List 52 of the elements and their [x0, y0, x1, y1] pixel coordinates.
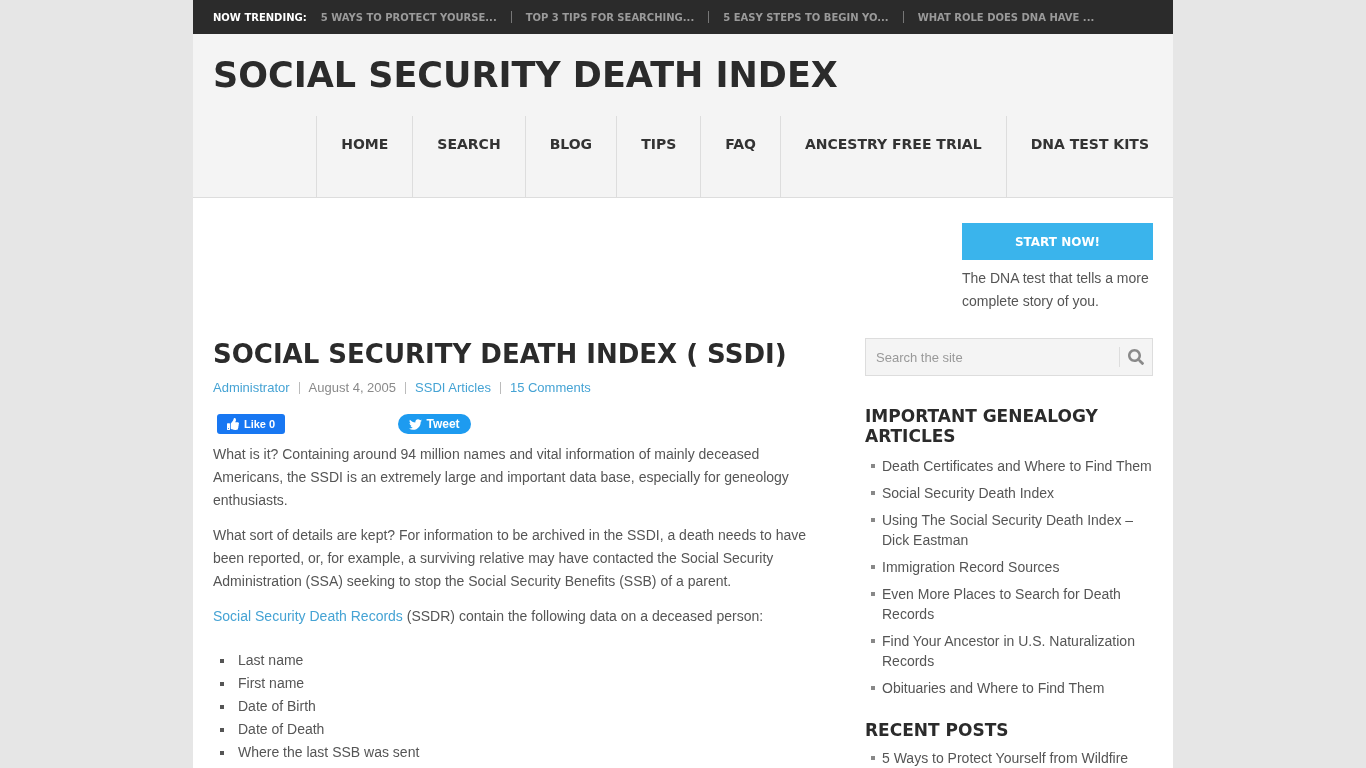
nav-link[interactable]: DNA TEST KITS	[1005, 116, 1173, 197]
thumbs-up-icon	[226, 418, 239, 430]
widget-heading: IMPORTANT GENEALOGY ARTICLES	[865, 406, 1099, 446]
article-link[interactable]: Even More Places to Search for Death Records	[882, 584, 1153, 624]
bullet-icon	[871, 592, 875, 596]
bullet-icon	[220, 704, 224, 709]
promo-text: The DNA test that tells a more complete story of you.	[962, 269, 1150, 311]
article-paragraph: Social Security Death Records (SSDR) contain the following data on a deceased person:	[213, 607, 765, 626]
nav-link[interactable]: ANCESTRY FREE TRIAL	[779, 116, 1006, 197]
nav-link[interactable]: BLOG	[524, 116, 617, 197]
trending-link[interactable]: TOP 3 TIPS FOR SEARCHING...	[525, 9, 695, 25]
article-link[interactable]: 5 Ways to Protect Yourself from Wildfire	[882, 748, 1129, 768]
nav-link[interactable]: FAQ	[700, 116, 780, 197]
nav-link[interactable]: TIPS	[616, 116, 701, 197]
article-link[interactable]: Obituaries and Where to Find Them	[882, 678, 1105, 698]
bullet-icon	[220, 658, 224, 663]
article-link[interactable]: Using The Social Security Death Index – Dick Eastman	[882, 510, 1153, 550]
article-link[interactable]: Find Your Ancestor in U.S. Naturalization Records	[882, 631, 1153, 671]
article-link[interactable]: Social Security Death Index	[882, 483, 1054, 503]
trending-link[interactable]: 5 EASY STEPS TO BEGIN YO...	[723, 9, 889, 25]
bullet-icon	[871, 565, 875, 569]
bullet-icon	[871, 639, 875, 643]
list-item-text: First name	[238, 674, 305, 693]
bullet-icon	[220, 727, 224, 732]
list-item-text: Where the last SSB was sent	[238, 743, 420, 762]
widget-heading: RECENT POSTS	[865, 720, 1010, 740]
list-item-text: Last name	[238, 651, 304, 670]
bullet-icon	[871, 756, 875, 760]
article-paragraph: What sort of details are kept? For information to be archived in the SSDI, a death needs to have been reported, or, for example, a surviving relative may have contacted the Social Security Administration (SSA) seeking to stop the Social Security Benefits (SSB) of a parent.	[213, 526, 807, 591]
bullet-icon	[871, 686, 875, 690]
nav-link[interactable]: HOME	[316, 116, 413, 197]
trending-link[interactable]: 5 WAYS TO PROTECT YOURSE...	[320, 9, 497, 25]
article-title: SOCIAL SECURITY DEATH INDEX ( SSDI)	[213, 338, 788, 370]
bullet-icon	[871, 464, 875, 468]
article-link[interactable]: Death Certificates and Where to Find Them	[882, 456, 1152, 476]
bullet-icon	[871, 518, 875, 522]
bullet-icon	[871, 491, 875, 495]
bullet-icon	[220, 750, 224, 755]
trending-link[interactable]: WHAT ROLE DOES DNA HAVE ...	[917, 9, 1095, 25]
bullet-icon	[220, 681, 224, 686]
site-title[interactable]: SOCIAL SECURITY DEATH INDEX	[213, 55, 1153, 95]
article-link[interactable]: Immigration Record Sources	[882, 557, 1060, 577]
bird-icon	[409, 417, 423, 431]
article-paragraph: What is it? Containing around 94 million names and vital information of mainly deceased Americans, the SSDI is an extremely large and important data base, especially for geneology enthusiasts.	[213, 445, 790, 510]
search-field[interactable]: Search the site	[865, 338, 1153, 376]
search-icon[interactable]	[1128, 349, 1144, 365]
like-button[interactable]: Like 0	[217, 414, 285, 434]
list-item-text: Date of Birth	[238, 697, 316, 716]
trending-label: NOW TRENDING:	[213, 10, 307, 25]
nav-link[interactable]: SEARCH	[412, 116, 525, 197]
list-item-text: Date of Death	[238, 720, 325, 739]
post-date: August 4, 2005	[308, 379, 397, 397]
